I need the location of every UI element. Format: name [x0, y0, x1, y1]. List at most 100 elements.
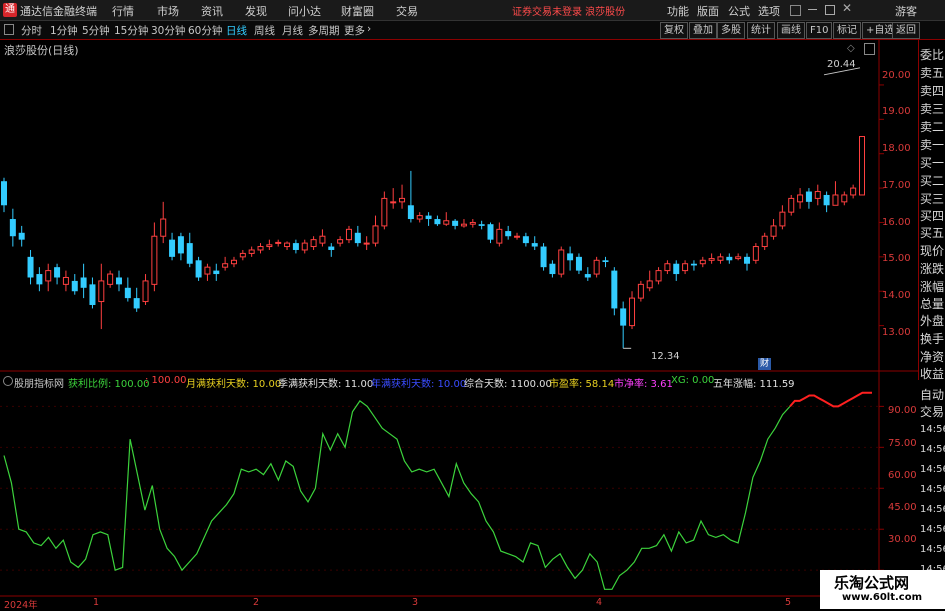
period-weekly[interactable]: 周线 [254, 23, 275, 38]
f10-button[interactable]: F10 [806, 22, 833, 39]
panel-toggle-icon[interactable] [4, 24, 14, 35]
menu-jiaoyi[interactable]: 交易 [396, 3, 418, 19]
menu-youke[interactable]: 游客 [895, 3, 917, 19]
period-5min[interactable]: 5分钟 [82, 23, 110, 38]
candle-body [257, 246, 264, 251]
candle-body [673, 263, 680, 275]
candle [257, 243, 264, 254]
candle-body [381, 197, 388, 227]
caibao-marker[interactable]: 财 [758, 358, 771, 370]
menu-shichang[interactable]: 市场 [157, 3, 179, 19]
period-60min[interactable]: 60分钟 [188, 23, 222, 38]
candle-body [646, 280, 653, 289]
candle [390, 188, 397, 209]
period-15min[interactable]: 15分钟 [114, 23, 148, 38]
huaxian-button[interactable]: 画线 [777, 22, 805, 39]
menu-xuanxiang[interactable]: 选项 [758, 3, 780, 19]
legend-indicator-name[interactable]: 股朋指标网 [14, 375, 64, 390]
screen-icon[interactable] [790, 5, 801, 16]
candle [823, 191, 830, 213]
panel-weibi[interactable]: 委比 [920, 46, 944, 63]
candle-body [230, 259, 237, 265]
menu-caifuquan[interactable]: 财富圈 [341, 3, 374, 19]
maximize-icon[interactable] [825, 5, 835, 15]
price-tick: 20.00 [882, 70, 911, 81]
fuquan-button[interactable]: 复权 [660, 22, 688, 39]
candle-body [805, 191, 812, 202]
candle-body [620, 308, 627, 326]
diejia-button[interactable]: 叠加 [689, 22, 717, 39]
menu-faxian[interactable]: 发现 [245, 3, 267, 19]
period-multi[interactable]: 多周期 [308, 23, 340, 38]
chart-canvas[interactable] [0, 40, 918, 600]
legend-xg: XG: 0.00 [671, 375, 715, 386]
period-daily[interactable]: 日线 [226, 23, 247, 38]
candle [345, 225, 352, 244]
panel-sell1[interactable]: 卖一 [920, 136, 944, 153]
candle [133, 287, 140, 312]
panel-sell4[interactable]: 卖四 [920, 82, 944, 99]
candle [637, 280, 644, 302]
panel-price[interactable]: 现价 [920, 242, 944, 259]
menu-wenxiaoda[interactable]: 问小达 [288, 3, 321, 19]
panel-buy4[interactable]: 买四 [920, 207, 944, 224]
candle-body [195, 260, 202, 278]
period-more[interactable]: 更多 [344, 23, 365, 38]
period-1min[interactable]: 1分钟 [50, 23, 78, 38]
panel-change-pct[interactable]: 涨幅 [920, 278, 944, 295]
login-notice[interactable]: 证券交易未登录 浪莎股份 [512, 3, 625, 18]
candle [505, 225, 512, 240]
candle-body [655, 270, 662, 282]
panel-buy5[interactable]: 买五 [920, 224, 944, 241]
panel-auto[interactable]: 自动 [920, 386, 944, 403]
candle [859, 136, 865, 196]
candle [425, 212, 432, 226]
layout-icon[interactable] [864, 43, 875, 55]
panel-volume[interactable]: 总量 [920, 295, 944, 312]
menu-gongneng[interactable]: 功能 [667, 3, 689, 19]
title-bar: 通 通达信金融终端 行情 市场 资讯 发现 问小达 财富圈 交易 证券交易未登录… [0, 0, 945, 21]
indicator-tick: 60.00 [888, 470, 917, 481]
panel-earnings[interactable]: 收益 [920, 365, 944, 382]
panel-buy3[interactable]: 买三 [920, 190, 944, 207]
minimize-icon[interactable] [808, 9, 817, 10]
biaoji-button[interactable]: 标记 [833, 22, 861, 39]
menu-zixun[interactable]: 资讯 [201, 3, 223, 19]
legend-pe: 市盈率: 58.14 [549, 379, 615, 390]
menu-gongshi[interactable]: 公式 [728, 3, 750, 19]
panel-outer-vol[interactable]: 外盘 [920, 312, 944, 329]
panel-change[interactable]: 涨跌 [920, 260, 944, 277]
period-monthly[interactable]: 月线 [282, 23, 303, 38]
panel-turnover[interactable]: 换手 [920, 330, 944, 347]
panel-trade[interactable]: 交易 [920, 403, 944, 420]
candle-body [752, 246, 759, 261]
candle-body [859, 136, 865, 196]
indicator-settings-icon[interactable] [3, 376, 13, 386]
candle [45, 263, 52, 292]
candle-body [478, 224, 485, 226]
candle-body [602, 260, 609, 263]
candle-body [1, 181, 7, 206]
period-fenshi[interactable]: 分时 [21, 23, 42, 38]
candle [292, 239, 299, 254]
panel-sell2[interactable]: 卖二 [920, 118, 944, 135]
candle [124, 277, 131, 302]
tongji-button[interactable]: 统计 [747, 22, 775, 39]
panel-sell5[interactable]: 卖五 [920, 64, 944, 81]
back-button[interactable]: 返回 [892, 22, 920, 39]
diamond-icon[interactable]: ◇ [847, 43, 855, 54]
close-icon[interactable]: ✕ [842, 1, 852, 15]
candle-body [708, 258, 715, 261]
menu-hangqing[interactable]: 行情 [112, 3, 134, 19]
panel-net-asset[interactable]: 净资 [920, 348, 944, 365]
candle-body [460, 223, 467, 227]
more-chevron-icon[interactable]: › [367, 23, 371, 35]
panel-sell3[interactable]: 卖三 [920, 100, 944, 117]
candle-body [593, 259, 600, 275]
panel-buy1[interactable]: 买一 [920, 154, 944, 171]
panel-buy2[interactable]: 买二 [920, 172, 944, 189]
menu-banmian[interactable]: 版面 [697, 3, 719, 19]
period-30min[interactable]: 30分钟 [151, 23, 185, 38]
duogu-button[interactable]: 多股 [717, 22, 745, 39]
candle [664, 260, 671, 275]
